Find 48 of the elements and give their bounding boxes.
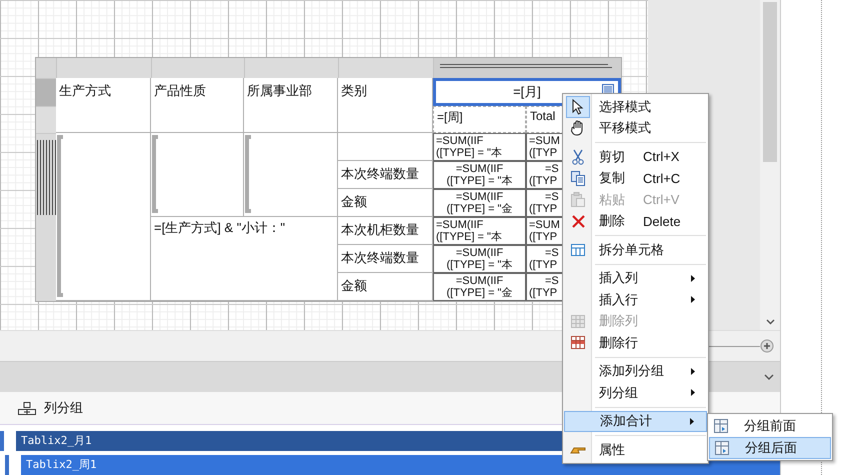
table-cell: 本次终端数量	[338, 161, 433, 189]
table-cell: =SUM(IIF ([TYPE] = "本	[433, 133, 526, 161]
table-cell: =SUM(IIF ([TYPE] = "本	[433, 161, 526, 189]
row-handle	[36, 58, 56, 78]
grid-icon	[715, 441, 729, 455]
menu-item[interactable]: 列分组	[564, 382, 707, 404]
table-cell: 本次机柜数量	[338, 217, 433, 245]
table-cell: =SUM(IIF ([TYPE] = "金	[433, 189, 526, 217]
table-cell: =[生产方式] & "小计："	[151, 217, 338, 301]
chevron-down-icon[interactable]	[764, 374, 774, 380]
menu-item[interactable]: 删除行	[564, 332, 707, 354]
menu-item[interactable]: 添加合计	[564, 410, 707, 432]
grid-icon	[571, 314, 585, 328]
month-expression: =[月]	[513, 84, 541, 99]
grid-icon	[714, 419, 728, 433]
header-cell: 所属事业部	[244, 78, 338, 133]
paste-icon	[571, 192, 585, 208]
table-cell: =SUM(IIF ([TYPE] = "金	[433, 273, 526, 301]
table-cell: =[周]	[433, 106, 526, 133]
table-cell: =SUM(IIF ([TYPE] = "本	[433, 217, 526, 245]
grid-icon	[571, 336, 585, 350]
cross-icon	[572, 214, 584, 228]
hand-icon	[570, 120, 586, 136]
scissors-icon	[572, 148, 584, 165]
header-cell: 类别	[338, 78, 433, 133]
table-cell: 本次终端数量	[338, 245, 433, 273]
row-handle	[36, 106, 56, 133]
header-cell: 生产方式	[56, 78, 151, 133]
grid-icon	[571, 244, 585, 256]
table-cell: =SUM(IIF ([TYPE] = "本	[433, 245, 526, 273]
table-cell: 金额	[338, 189, 433, 217]
zoom-in-icon[interactable]	[760, 339, 774, 353]
submenu-arrow-icon	[691, 389, 695, 396]
list-icon[interactable]	[602, 84, 614, 95]
submenu-arrow-icon	[690, 418, 694, 425]
submenu-arrow-icon	[691, 296, 695, 304]
menu-item[interactable]: 分组后面	[709, 437, 831, 459]
submenu-arrow-icon	[691, 274, 695, 282]
scrollbar-thumb[interactable]	[763, 2, 777, 162]
panel-title: 列分组	[44, 399, 83, 417]
table-cell: 金额	[338, 273, 433, 301]
pointer-icon	[572, 98, 584, 115]
menu-item[interactable]: 添加列分组	[564, 360, 707, 382]
copy-icon	[571, 170, 585, 186]
header-cell: 产品性质	[151, 78, 244, 133]
chevron-down-icon[interactable]	[766, 319, 774, 325]
submenu-arrow-icon	[691, 368, 695, 375]
group-icon	[18, 402, 36, 414]
